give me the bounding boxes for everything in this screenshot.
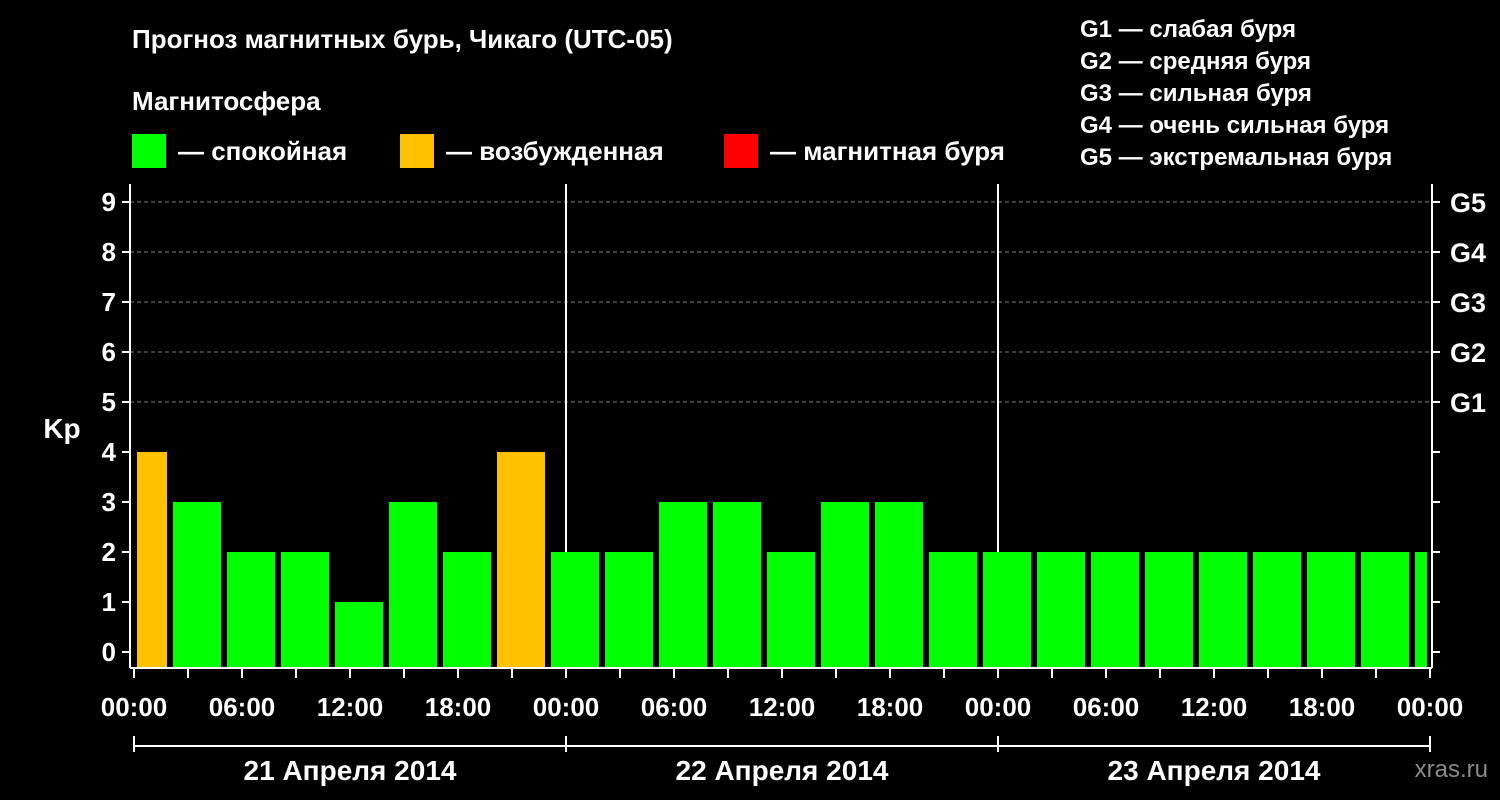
x-tick-label: 18:00 <box>425 692 492 722</box>
kp-bar-21 <box>1253 552 1301 668</box>
x-tick-label: 00:00 <box>1397 692 1464 722</box>
x-tick-label: 06:00 <box>1073 692 1140 722</box>
x-tick-label: 12:00 <box>1181 692 1248 722</box>
y-axis-label: Kp <box>43 413 80 444</box>
storm-level-label-g1: G1 <box>1450 388 1486 418</box>
x-tick-label: 06:00 <box>641 692 708 722</box>
y-tick-label: 5 <box>102 387 116 417</box>
storm-level-label-g5: G5 <box>1450 188 1486 218</box>
y-tick-label: 1 <box>102 587 116 617</box>
x-tick-label: 00:00 <box>965 692 1032 722</box>
bars-layer <box>137 452 1427 668</box>
kp-bar-17 <box>1037 552 1085 668</box>
date-label-2: 22 Апреля 2014 <box>676 755 889 786</box>
y-tick-label: 7 <box>102 287 116 317</box>
kp-bar-13 <box>821 502 869 668</box>
kp-bar-14 <box>875 502 923 668</box>
kp-bar-22 <box>1307 552 1355 668</box>
kp-bar-16 <box>983 552 1031 668</box>
y-tick-label: 4 <box>102 437 117 467</box>
storm-level-label-g3: G3 <box>1450 288 1486 318</box>
kp-bar-4 <box>335 602 383 668</box>
watermark: xras.ru <box>1414 756 1488 783</box>
kp-bar-19 <box>1145 552 1193 668</box>
kp-bar-23 <box>1361 552 1409 668</box>
kp-bar-24 <box>1415 552 1427 668</box>
kp-bar-1 <box>173 502 221 668</box>
y-tick-label: 3 <box>102 487 116 517</box>
x-tick-label: 00:00 <box>101 692 168 722</box>
x-tick-label: 12:00 <box>749 692 816 722</box>
date-label-1: 21 Апреля 2014 <box>244 755 457 786</box>
x-tick-label: 00:00 <box>533 692 600 722</box>
storm-level-label-g4: G4 <box>1450 238 1486 268</box>
kp-bar-12 <box>767 552 815 668</box>
kp-bar-15 <box>929 552 977 668</box>
kp-bar-5 <box>389 502 437 668</box>
y-tick-label: 8 <box>102 237 116 267</box>
kp-bar-9 <box>605 552 653 668</box>
kp-bar-11 <box>713 502 761 668</box>
kp-bar-3 <box>281 552 329 668</box>
kp-bar-20 <box>1199 552 1247 668</box>
y-tick-label: 2 <box>102 537 116 567</box>
y-tick-label: 6 <box>102 337 116 367</box>
x-tick-label: 18:00 <box>1289 692 1356 722</box>
y-tick-label: 9 <box>102 187 116 217</box>
kp-bar-18 <box>1091 552 1139 668</box>
kp-bar-8 <box>551 552 599 668</box>
kp-bar-7 <box>497 452 545 668</box>
kp-chart: Kp 21 Апреля 2014 22 Апреля 2014 23 Апре… <box>43 184 1486 786</box>
storm-level-label-g2: G2 <box>1450 338 1486 368</box>
kp-bar-10 <box>659 502 707 668</box>
x-tick-label: 06:00 <box>209 692 276 722</box>
date-label-3: 23 Апреля 2014 <box>1108 755 1321 786</box>
x-tick-label: 18:00 <box>857 692 924 722</box>
kp-bar-0 <box>137 452 167 668</box>
kp-bar-2 <box>227 552 275 668</box>
y-tick-label: 0 <box>102 637 116 667</box>
x-tick-label: 12:00 <box>317 692 384 722</box>
kp-bar-6 <box>443 552 491 668</box>
